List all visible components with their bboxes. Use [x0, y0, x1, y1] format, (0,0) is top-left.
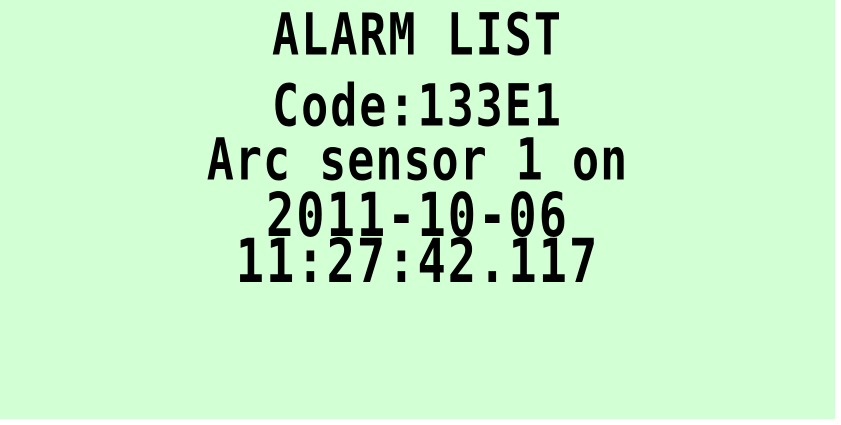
alarm-time: 11:27:42.117	[235, 226, 600, 298]
screen-title: ALARM LIST	[272, 0, 563, 69]
lcd-display: ALARM LIST Code:133E1 Arc sensor 1 on 20…	[0, 0, 841, 425]
